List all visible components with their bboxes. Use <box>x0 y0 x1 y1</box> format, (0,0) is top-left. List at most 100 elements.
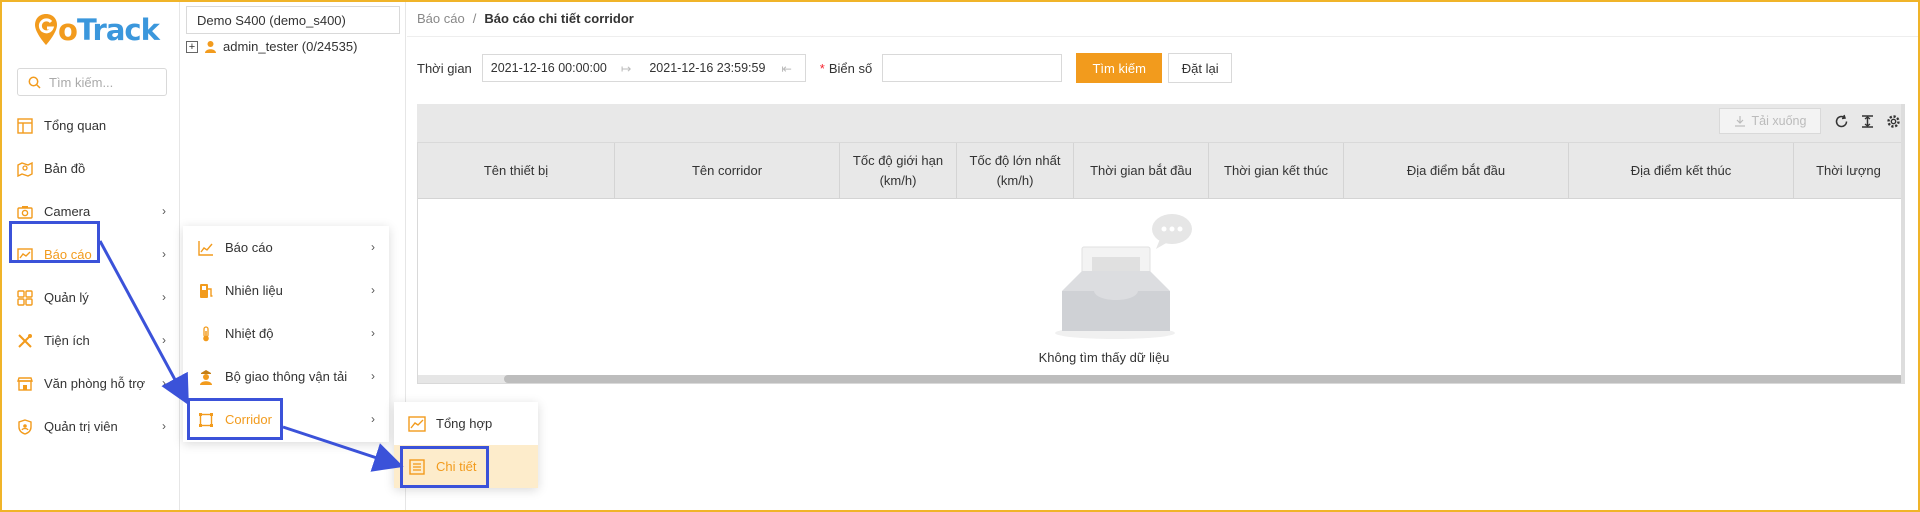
tree-node-admin-tester[interactable]: + admin_tester (0/24535) <box>186 39 357 54</box>
line-chart-icon <box>197 239 215 257</box>
store-icon <box>16 375 34 393</box>
map-icon <box>16 160 34 178</box>
column-header[interactable]: Tên thiết bị <box>418 143 615 198</box>
column-header[interactable]: Địa điểm kết thúc <box>1569 143 1794 198</box>
sidebar-item-label: Quản lý <box>44 290 89 305</box>
plate-input[interactable] <box>882 54 1063 82</box>
menu-item-temperature[interactable]: Nhiệt độ › <box>183 312 389 355</box>
menu-item-label: Bộ giao thông vận tải <box>225 369 348 384</box>
search-placeholder: Tìm kiếm... <box>49 74 114 90</box>
sidebar-item-overview[interactable]: Tổng quan <box>2 104 180 147</box>
menu-item-label: Báo cáo <box>225 240 273 255</box>
column-header[interactable]: Địa điểm bắt đầu <box>1344 143 1569 198</box>
search-button[interactable]: Tìm kiếm <box>1076 53 1163 83</box>
menu-item-ministry-transport[interactable]: Bộ giao thông vận tải › <box>183 355 389 398</box>
chevron-right-icon: › <box>371 412 375 426</box>
chevron-right-icon: › <box>371 369 375 383</box>
report-grid: Tải xuống Tên thiết bị Tên corridor Tốc … <box>417 104 1905 384</box>
chevron-right-icon: › <box>162 333 166 347</box>
plate-label: Biển số <box>828 60 873 76</box>
shield-icon <box>16 418 34 436</box>
column-header[interactable]: Tốc độ lớn nhất (km/h) <box>957 143 1074 198</box>
chevron-right-icon: › <box>371 240 375 254</box>
menu-item-fuel[interactable]: Nhiên liệu › <box>183 269 389 312</box>
highlight-detail <box>400 446 489 488</box>
refresh-icon[interactable] <box>1829 109 1853 133</box>
empty-state: Không tìm thấy dữ liệu <box>418 199 1904 375</box>
menu-item-label: Nhiệt độ <box>225 326 274 341</box>
sidebar-item-utilities[interactable]: Tiện ích › <box>2 319 180 362</box>
sidebar-item-support-office[interactable]: Văn phòng hỗ trợ › <box>2 362 180 405</box>
reset-button[interactable]: Đặt lại <box>1168 53 1233 83</box>
scrollbar-thumb[interactable] <box>504 375 1904 383</box>
report-table: Tên thiết bị Tên corridor Tốc độ giới hạ… <box>417 142 1905 384</box>
camera-icon <box>16 203 34 221</box>
column-header[interactable]: Tốc độ giới hạn (km/h) <box>840 143 957 198</box>
breadcrumb: Báo cáo / Báo cáo chi tiết corridor <box>417 11 634 26</box>
expand-icon[interactable]: + <box>186 40 198 53</box>
officer-icon <box>197 368 215 386</box>
summary-chart-icon <box>408 415 426 433</box>
chevron-right-icon: › <box>162 247 166 261</box>
location-pin-logo-icon <box>35 14 57 45</box>
fuel-icon <box>197 282 215 300</box>
start-date-input[interactable]: 2021-12-16 00:00:00 <box>491 61 607 75</box>
date-range-picker[interactable]: 2021-12-16 00:00:00 ↦ 2021-12-16 23:59:5… <box>481 54 806 82</box>
search-icon <box>28 76 41 89</box>
row-height-icon[interactable] <box>1855 109 1879 133</box>
breadcrumb-current: Báo cáo chi tiết corridor <box>484 11 634 26</box>
account-select[interactable]: Demo S400 (demo_s400) <box>186 6 400 34</box>
chevron-right-icon: › <box>162 419 166 433</box>
sidebar-item-label: Bản đồ <box>44 161 86 176</box>
highlight-reports <box>9 221 100 263</box>
download-label: Tải xuống <box>1751 114 1807 128</box>
column-header[interactable]: Thời gian kết thúc <box>1209 143 1344 198</box>
sidebar-item-label: Camera <box>44 204 91 219</box>
empty-text: Không tìm thấy dữ liệu <box>1038 350 1170 365</box>
menu-item-label: Nhiên liệu <box>225 283 283 298</box>
breadcrumb-parent[interactable]: Báo cáo <box>417 11 465 26</box>
sidebar-item-label: Tiện ích <box>44 333 90 348</box>
menu-item-summary[interactable]: Tổng hợp <box>394 402 538 445</box>
grid-toolbar: Tải xuống <box>1719 108 1905 134</box>
sidebar-item-map[interactable]: Bản đồ <box>2 147 180 190</box>
sidebar-nav: Tổng quan Bản đồ Camera › Báo cáo › Quản… <box>2 104 180 448</box>
column-header[interactable]: Thời gian bắt đầu <box>1074 143 1209 198</box>
chevron-right-icon: › <box>162 376 166 390</box>
menu-item-label: Tổng hợp <box>436 416 493 431</box>
sidebar-item-label: Văn phòng hỗ trợ <box>44 376 146 391</box>
main-content: Báo cáo / Báo cáo chi tiết corridor Thời g… <box>407 2 1918 510</box>
thermometer-icon <box>197 325 215 343</box>
header-divider <box>407 36 1918 37</box>
chevron-right-icon: › <box>371 326 375 340</box>
download-button[interactable]: Tải xuống <box>1719 108 1821 134</box>
download-icon <box>1734 116 1745 127</box>
chevron-right-icon: › <box>162 204 166 218</box>
table-header: Tên thiết bị Tên corridor Tốc độ giới hạ… <box>418 143 1904 199</box>
sidebar-item-label: Tổng quan <box>44 118 107 133</box>
range-start-arrow-icon: ↦ <box>620 61 632 76</box>
apps-icon <box>16 289 34 307</box>
empty-inbox-illustration-icon <box>1055 214 1192 339</box>
sidebar-search-input[interactable]: Tìm kiếm... <box>17 68 167 96</box>
sidebar-item-management[interactable]: Quản lý › <box>2 276 180 319</box>
end-date-input[interactable]: 2021-12-16 23:59:59 <box>649 61 765 75</box>
vertical-scrollbar[interactable] <box>1901 104 1905 384</box>
tree-node-label: admin_tester (0/24535) <box>223 39 358 54</box>
logo-text-track: Track <box>76 13 160 47</box>
column-header[interactable]: Tên corridor <box>615 143 840 198</box>
sidebar-item-label: Quản trị viên <box>44 419 118 434</box>
column-header[interactable]: Thời lượng <box>1794 143 1904 198</box>
user-icon <box>205 41 216 53</box>
logo-text-o: o <box>58 13 78 47</box>
breadcrumb-separator: / <box>472 11 477 26</box>
time-label: Thời gian <box>417 60 472 76</box>
range-end-arrow-icon: ⇤ <box>781 61 792 76</box>
chevron-right-icon: › <box>371 283 375 297</box>
horizontal-scrollbar[interactable] <box>418 375 1904 383</box>
menu-item-reports[interactable]: Báo cáo › <box>183 226 389 269</box>
highlight-corridor <box>187 398 283 440</box>
tools-icon <box>16 332 34 350</box>
gotrack-logo[interactable]: oTrack <box>34 8 160 52</box>
sidebar-item-admin[interactable]: Quản trị viên › <box>2 405 180 448</box>
